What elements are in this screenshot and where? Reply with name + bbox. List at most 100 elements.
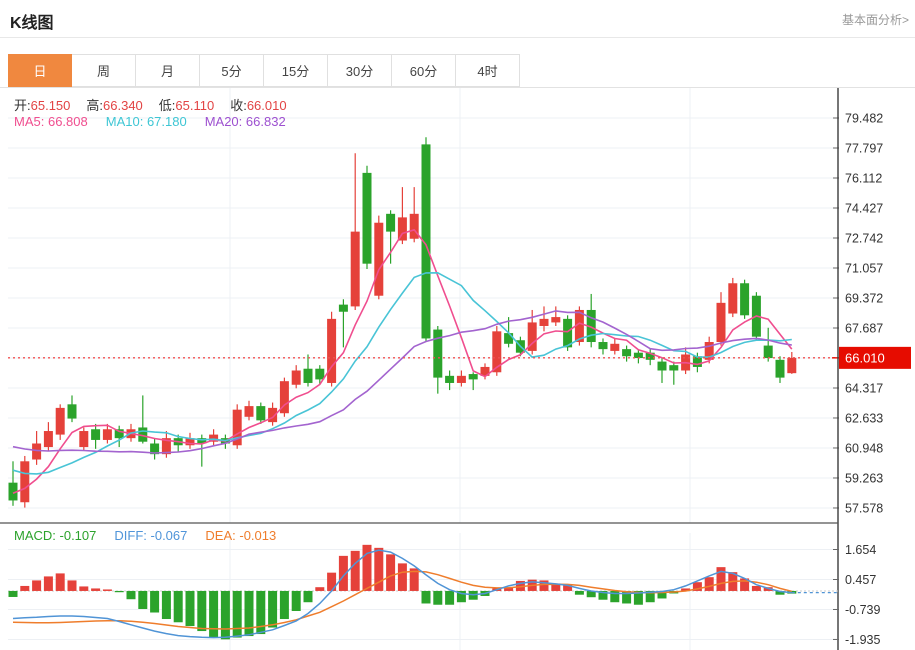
macd-hist-bar[interactable] <box>115 591 124 592</box>
macd-hist-bar[interactable] <box>91 588 100 591</box>
y-axis-label: 77.797 <box>845 142 883 156</box>
y-axis-label: 79.482 <box>845 112 883 126</box>
candle-body[interactable] <box>469 374 478 379</box>
macd-hist-bar[interactable] <box>233 591 242 638</box>
macd-hist-bar[interactable] <box>127 591 136 599</box>
macd-axis-label: -0.739 <box>845 603 880 617</box>
candle-body[interactable] <box>776 360 785 378</box>
tab-5min[interactable]: 5分 <box>200 54 264 87</box>
tab-4hour[interactable]: 4时 <box>456 54 520 87</box>
candle-body[interactable] <box>68 404 77 418</box>
macd-hist-bar[interactable] <box>422 591 431 604</box>
macd-hist-bar[interactable] <box>68 580 77 591</box>
candle-body[interactable] <box>315 369 324 380</box>
candle-body[interactable] <box>56 408 65 435</box>
macd-hist-bar[interactable] <box>32 580 41 591</box>
candle-body[interactable] <box>717 303 726 342</box>
candle-body[interactable] <box>764 346 773 358</box>
candle-body[interactable] <box>327 319 336 383</box>
macd-hist-bar[interactable] <box>445 591 454 605</box>
macd-hist-bar[interactable] <box>433 591 442 605</box>
kline-chart[interactable]: 79.482 77.797 76.112 74.427 72.742 71.057 69.3… <box>0 88 915 650</box>
candle-body[interactable] <box>551 317 560 322</box>
y-axis-label: 71.057 <box>845 262 883 276</box>
macd-hist-bar[interactable] <box>209 591 218 638</box>
candle-body[interactable] <box>292 370 301 384</box>
macd-hist-bar[interactable] <box>221 591 230 639</box>
macd-hist-bar[interactable] <box>103 589 112 591</box>
page-header: K线图 基本面分析> <box>0 0 915 38</box>
candle-body[interactable] <box>363 173 372 264</box>
y-axis-label: 74.427 <box>845 202 883 216</box>
candle-body[interactable] <box>728 283 737 313</box>
macd-hist-bar[interactable] <box>705 577 714 591</box>
candle-body[interactable] <box>669 365 678 370</box>
macd-hist-bar[interactable] <box>386 554 395 591</box>
macd-hist-bar[interactable] <box>245 591 254 636</box>
macd-axis-label: -1.935 <box>845 633 880 647</box>
macd-hist-bar[interactable] <box>162 591 171 619</box>
candle-body[interactable] <box>504 333 513 344</box>
tab-day[interactable]: 日 <box>8 54 72 87</box>
macd-hist-bar[interactable] <box>575 591 584 595</box>
candle-body[interactable] <box>740 283 749 315</box>
candle-body[interactable] <box>610 344 619 351</box>
macd-hist-bar[interactable] <box>9 591 18 597</box>
candle-body[interactable] <box>44 431 53 447</box>
macd-hist-bar[interactable] <box>292 591 301 611</box>
macd-hist-bar[interactable] <box>268 591 277 628</box>
tab-60min[interactable]: 60分 <box>392 54 456 87</box>
candle-body[interactable] <box>787 358 796 373</box>
y-axis-label: 62.633 <box>845 411 883 425</box>
macd-hist-bar[interactable] <box>752 586 761 591</box>
macd-hist-bar[interactable] <box>315 587 324 591</box>
macd-hist-bar[interactable] <box>79 586 88 591</box>
candle-body[interactable] <box>79 431 88 447</box>
macd-hist-bar[interactable] <box>138 591 147 609</box>
candle-body[interactable] <box>91 429 100 440</box>
macd-hist-bar[interactable] <box>44 576 53 591</box>
tab-month[interactable]: 月 <box>136 54 200 87</box>
candle-body[interactable] <box>245 406 254 417</box>
macd-hist-bar[interactable] <box>197 591 206 631</box>
candle-body[interactable] <box>374 223 383 296</box>
page-title: K线图 <box>10 9 54 33</box>
chart-area: 79.482 77.797 76.112 74.427 72.742 71.057 69.3… <box>0 88 915 650</box>
candle-body[interactable] <box>339 305 348 312</box>
macd-axis-label: 1.654 <box>845 543 876 557</box>
candle-body[interactable] <box>540 319 549 326</box>
macd-hist-bar[interactable] <box>186 591 195 626</box>
macd-hist-bar[interactable] <box>280 591 289 619</box>
y-axis-label: 69.372 <box>845 292 883 306</box>
y-axis-label: 67.687 <box>845 322 883 336</box>
candle-body[interactable] <box>32 443 41 459</box>
candle-body[interactable] <box>445 376 454 383</box>
macd-hist-bar[interactable] <box>327 573 336 591</box>
candle-body[interactable] <box>351 232 360 307</box>
macd-hist-bar[interactable] <box>56 573 65 591</box>
y-axis-label: 72.742 <box>845 232 883 246</box>
candle-body[interactable] <box>256 406 265 420</box>
y-axis-label: 76.112 <box>845 172 882 186</box>
candle-body[interactable] <box>658 362 667 371</box>
y-axis-label: 64.317 <box>845 382 883 396</box>
candle-body[interactable] <box>599 342 608 349</box>
candle-body[interactable] <box>622 349 631 356</box>
tab-week[interactable]: 周 <box>72 54 136 87</box>
ma10-line <box>13 273 792 474</box>
candle-body[interactable] <box>304 369 313 383</box>
macd-hist-bar[interactable] <box>304 591 313 602</box>
macd-hist-bar[interactable] <box>398 563 407 591</box>
candle-body[interactable] <box>386 214 395 232</box>
fundamental-analysis-link[interactable]: 基本面分析> <box>842 11 909 28</box>
macd-hist-bar[interactable] <box>20 586 29 591</box>
macd-hist-bar[interactable] <box>174 591 183 622</box>
candle-body[interactable] <box>457 376 466 383</box>
macd-hist-bar[interactable] <box>351 551 360 591</box>
macd-hist-bar[interactable] <box>150 591 159 613</box>
ma5-line <box>13 230 792 494</box>
candle-body[interactable] <box>20 461 29 502</box>
tab-15min[interactable]: 15分 <box>264 54 328 87</box>
candle-body[interactable] <box>103 429 112 440</box>
tab-30min[interactable]: 30分 <box>328 54 392 87</box>
